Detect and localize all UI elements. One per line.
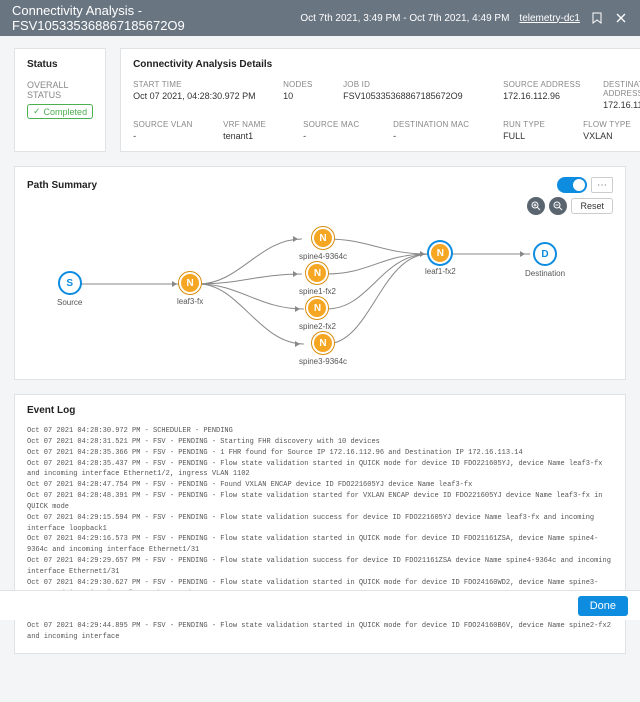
detail-label: SOURCE ADDRESS (503, 80, 583, 89)
detail-value: FSV105335368867185672O9 (343, 91, 483, 101)
detail-label: JOB ID (343, 80, 483, 89)
detail-cell: DESTINATION MAC - (393, 120, 483, 141)
event-log-line: Oct 07 2021 04:28:35.437 PM - FSV - PEND… (27, 459, 613, 481)
node-spine2[interactable]: N (306, 297, 328, 319)
detail-label: DESTINATION MAC (393, 120, 483, 129)
node-leaf3[interactable]: N (179, 272, 201, 294)
event-log-line: Oct 07 2021 04:28:31.521 PM - FSV - PEND… (27, 437, 613, 448)
zoom-in-button[interactable] (527, 197, 545, 215)
destination-node[interactable]: D (533, 242, 557, 266)
page-header: Connectivity Analysis - FSV1053353688671… (0, 0, 640, 36)
node-spine3[interactable]: N (312, 332, 334, 354)
node-spine1-label: spine1-fx2 (299, 287, 336, 296)
detail-label: RUN TYPE (503, 120, 563, 129)
done-button[interactable]: Done (578, 596, 628, 616)
detail-cell: SOURCE MAC - (303, 120, 373, 141)
path-summary-title: Path Summary (27, 180, 557, 191)
detail-value: VXLAN (583, 131, 640, 141)
detail-label: VRF NAME (223, 120, 283, 129)
detail-cell: SOURCE VLAN - (133, 120, 203, 141)
detail-label: START TIME (133, 80, 263, 89)
time-range: Oct 7th 2021, 3:49 PM - Oct 7th 2021, 4:… (300, 13, 509, 24)
page-title: Connectivity Analysis - FSV1053353688671… (12, 3, 300, 33)
destination-label: Destination (525, 269, 565, 278)
detail-value: - (303, 131, 373, 141)
path-diagram[interactable]: S Source N leaf3-fx N spine4-9364c N spi… (27, 219, 613, 369)
bookmark-icon[interactable] (590, 11, 604, 25)
source-label: Source (57, 298, 82, 307)
event-log-line: Oct 07 2021 04:29:15.594 PM - FSV - PEND… (27, 513, 613, 535)
reset-button[interactable]: Reset (571, 198, 613, 214)
status-value: Completed (44, 107, 88, 117)
detail-cell: NODES 10 (283, 80, 323, 110)
overall-status-label: OVERALL STATUS (27, 80, 93, 100)
node-leaf1[interactable]: N (429, 242, 451, 264)
node-spine3-label: spine3-9364c (299, 357, 347, 366)
detail-cell: START TIME Oct 07 2021, 04:28:30.972 PM (133, 80, 263, 110)
status-card: Status OVERALL STATUS ✓ Completed (14, 48, 106, 152)
detail-value: - (133, 131, 203, 141)
detail-label: NODES (283, 80, 323, 89)
detail-cell: DESTINATION ADDRESS 172.16.113.14 (603, 80, 640, 110)
event-log-line: Oct 07 2021 04:28:47.754 PM - FSV - PEND… (27, 480, 613, 491)
event-log-line: Oct 07 2021 04:29:29.657 PM - FSV - PEND… (27, 556, 613, 578)
detail-cell: JOB ID FSV105335368867185672O9 (343, 80, 483, 110)
detail-label: SOURCE VLAN (133, 120, 203, 129)
event-log-line: Oct 07 2021 04:29:44.895 PM - FSV - PEND… (27, 621, 613, 643)
check-icon: ✓ (33, 106, 41, 117)
detail-label: FLOW TYPE (583, 120, 640, 129)
event-log-line: Oct 07 2021 04:28:48.391 PM - FSV - PEND… (27, 491, 613, 513)
source-node[interactable]: S (58, 271, 82, 295)
detail-cell: FLOW TYPE VXLAN (583, 120, 640, 141)
event-log-title: Event Log (27, 405, 613, 416)
node-leaf3-label: leaf3-fx (177, 297, 203, 306)
detail-value: tenant1 (223, 131, 283, 141)
detail-value: Oct 07 2021, 04:28:30.972 PM (133, 91, 263, 101)
detail-value: 172.16.113.14 (603, 100, 640, 110)
node-leaf1-label: leaf1-fx2 (425, 267, 456, 276)
detail-cell: RUN TYPE FULL (503, 120, 563, 141)
detail-cell: SOURCE ADDRESS 172.16.112.96 (503, 80, 583, 110)
event-log-line: Oct 07 2021 04:28:30.972 PM - SCHEDULER … (27, 426, 613, 437)
status-card-title: Status (27, 59, 93, 70)
node-spine4-label: spine4-9364c (299, 252, 347, 261)
telemetry-source[interactable]: telemetry-dc1 (519, 13, 580, 24)
detail-value: - (393, 131, 483, 141)
detail-value: 10 (283, 91, 323, 101)
node-spine2-label: spine2-fx2 (299, 322, 336, 331)
event-log-line: Oct 07 2021 04:29:16.573 PM - FSV - PEND… (27, 534, 613, 556)
detail-label: SOURCE MAC (303, 120, 373, 129)
event-log-line: Oct 07 2021 04:28:35.366 PM - FSV - PEND… (27, 448, 613, 459)
detail-value: 172.16.112.96 (503, 91, 583, 101)
details-card: Connectivity Analysis Details START TIME… (120, 48, 640, 152)
path-summary-card: Path Summary ⋯ Reset (14, 166, 626, 380)
detail-label: DESTINATION ADDRESS (603, 80, 640, 98)
path-options-button[interactable]: ⋯ (591, 177, 613, 193)
status-badge: ✓ Completed (27, 104, 93, 119)
node-spine4[interactable]: N (312, 227, 334, 249)
detail-value: FULL (503, 131, 563, 141)
path-toggle[interactable] (557, 177, 587, 193)
close-icon[interactable] (614, 11, 628, 25)
footer-bar: Done (0, 590, 640, 620)
node-spine1[interactable]: N (306, 262, 328, 284)
details-card-title: Connectivity Analysis Details (133, 59, 640, 70)
detail-cell: VRF NAME tenant1 (223, 120, 283, 141)
zoom-out-button[interactable] (549, 197, 567, 215)
